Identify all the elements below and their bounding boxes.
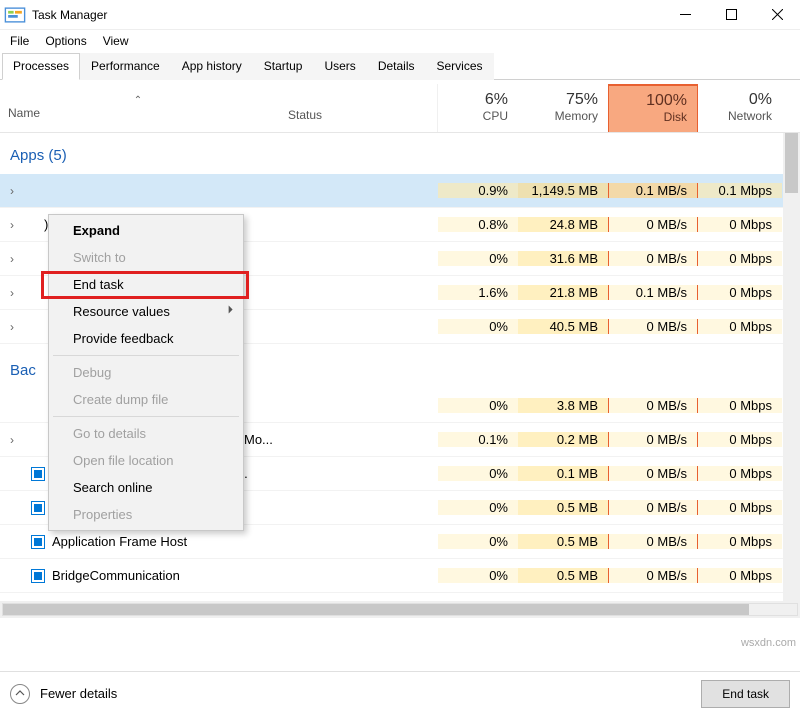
col-network[interactable]: 0% Network (698, 84, 782, 132)
ctx-properties: Properties (51, 501, 241, 528)
ctx-open-file-location: Open file location (51, 447, 241, 474)
app-generic-icon (28, 534, 48, 550)
menu-separator (53, 416, 239, 417)
app-generic-icon (28, 568, 48, 584)
ctx-go-to-details: Go to details (51, 420, 241, 447)
sort-indicator-icon: ⌃ (8, 95, 268, 106)
ctx-search-online[interactable]: Search online (51, 474, 241, 501)
tab-performance[interactable]: Performance (80, 53, 171, 80)
tab-app-history[interactable]: App history (171, 53, 253, 80)
tab-processes[interactable]: Processes (2, 53, 80, 80)
mem-label: Memory (555, 109, 598, 123)
group-apps[interactable]: Apps (5) (0, 133, 800, 174)
col-cpu[interactable]: 6% CPU (438, 84, 518, 132)
menu-view[interactable]: View (95, 31, 137, 51)
ctx-resource-values[interactable]: Resource values (51, 298, 241, 325)
tab-users[interactable]: Users (313, 53, 366, 80)
grid-header: ⌃ Name Status 6% CPU 75% Memory 100% Dis… (0, 84, 800, 133)
chevron-right-icon[interactable]: › (4, 218, 20, 232)
disk-percent: 100% (646, 92, 687, 110)
fewer-details-icon[interactable] (10, 684, 30, 704)
net-percent: 0% (749, 91, 772, 109)
process-icon (20, 217, 40, 233)
col-disk[interactable]: 100% Disk (608, 84, 698, 132)
disk-cell: 0.1 MB/s (608, 183, 698, 198)
horizontal-scrollbar[interactable] (0, 601, 800, 618)
disk-label: Disk (664, 110, 687, 124)
watermark: wsxdn.com (741, 637, 796, 649)
app-icon (4, 4, 26, 26)
menu-options[interactable]: Options (37, 31, 94, 51)
chevron-right-icon[interactable]: › (4, 184, 20, 198)
ctx-switch-to: Switch to (51, 244, 241, 271)
chevron-right-icon[interactable]: › (4, 433, 20, 447)
chevron-right-icon[interactable]: › (4, 286, 20, 300)
scrollbar-thumb[interactable] (785, 133, 798, 193)
window-title: Task Manager (32, 8, 107, 22)
process-row[interactable]: › 0.9% 1,149.5 MB 0.1 MB/s 0.1 Mbps (0, 174, 800, 208)
vertical-scrollbar[interactable] (783, 133, 800, 601)
net-label: Network (728, 109, 772, 123)
scrollbar-thumb[interactable] (3, 604, 749, 615)
process-icon (20, 183, 40, 199)
net-cell: 0.1 Mbps (698, 183, 782, 198)
col-status-label: Status (288, 108, 427, 122)
tab-services[interactable]: Services (426, 53, 494, 80)
col-name[interactable]: ⌃ Name (0, 84, 278, 132)
tab-details[interactable]: Details (367, 53, 426, 80)
menu-file[interactable]: File (2, 31, 37, 51)
col-memory[interactable]: 75% Memory (518, 84, 608, 132)
cpu-label: CPU (483, 109, 508, 123)
mem-cell: 1,149.5 MB (518, 183, 608, 198)
mem-percent: 75% (566, 91, 598, 109)
cpu-percent: 6% (485, 91, 508, 109)
col-name-label: Name (8, 106, 268, 120)
chevron-right-icon[interactable]: › (4, 252, 20, 266)
fewer-details-link[interactable]: Fewer details (40, 686, 117, 701)
tab-startup[interactable]: Startup (253, 53, 314, 80)
titlebar: Task Manager (0, 0, 800, 30)
maximize-button[interactable] (708, 0, 754, 30)
app-generic-icon (28, 466, 48, 482)
close-button[interactable] (754, 0, 800, 30)
process-row[interactable]: BridgeCommunication 0% 0.5 MB 0 MB/s 0 M… (0, 559, 800, 593)
context-menu: Expand Switch to End task Resource value… (48, 214, 244, 531)
menu-separator (53, 355, 239, 356)
ctx-create-dump: Create dump file (51, 386, 241, 413)
app-generic-icon (28, 500, 48, 516)
ctx-end-task[interactable]: End task (51, 271, 241, 298)
ctx-expand[interactable]: Expand (51, 217, 241, 244)
col-status[interactable]: Status (278, 84, 438, 132)
ctx-provide-feedback[interactable]: Provide feedback (51, 325, 241, 352)
chevron-right-icon[interactable]: › (4, 320, 20, 334)
tabstrip: Processes Performance App history Startu… (0, 52, 800, 80)
ctx-debug: Debug (51, 359, 241, 386)
menubar: File Options View (0, 30, 800, 52)
footer: Fewer details End task (0, 671, 800, 715)
minimize-button[interactable] (662, 0, 708, 30)
cpu-cell: 0.9% (438, 183, 518, 198)
process-icon (28, 398, 48, 414)
end-task-button[interactable]: End task (701, 680, 790, 708)
